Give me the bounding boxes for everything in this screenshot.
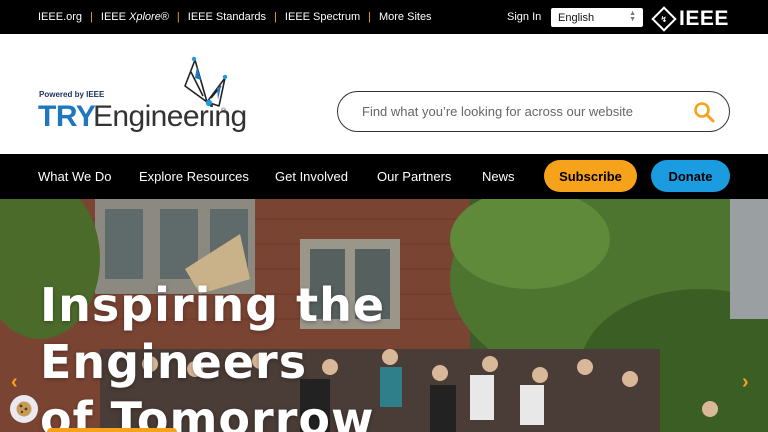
search-input[interactable] [362, 104, 682, 119]
donate-button[interactable]: Donate [651, 160, 730, 192]
link-ieee-xplore[interactable]: IEEE Xplore® [101, 11, 169, 23]
sign-in-link[interactable]: Sign In [507, 11, 541, 23]
hero-cta-button[interactable] [47, 428, 177, 432]
logo-try-text: TRY [38, 100, 96, 133]
chevron-right-icon[interactable]: › [742, 371, 749, 394]
site-header: Powered by IEEE TRY Engineering ® [0, 34, 768, 154]
language-select[interactable]: English ▲ ▼ [551, 8, 643, 27]
hero-headline-line-2: of Tomorrow [40, 392, 375, 432]
ieee-logo-text: IEEE [679, 7, 729, 30]
nav-item-what-we-do[interactable]: What We Do [38, 169, 111, 184]
cookie-icon [16, 401, 32, 417]
tryengineering-logo[interactable]: Powered by IEEE TRY Engineering ® [38, 56, 247, 136]
ieee-diamond-icon: ↯ [651, 6, 677, 32]
separator: | [90, 11, 93, 23]
nav-item-our-partners[interactable]: Our Partners [377, 169, 451, 184]
ieee-sites-links: IEEE.org | IEEE Xplore® | IEEE Standards… [38, 11, 432, 23]
select-arrows-icon: ▲ ▼ [629, 10, 636, 23]
link-ieee-spectrum[interactable]: IEEE Spectrum [285, 11, 360, 23]
subscribe-button[interactable]: Subscribe [544, 160, 637, 192]
logo-registered-mark: ® [221, 108, 227, 115]
nav-item-get-involved[interactable]: Get Involved [275, 169, 348, 184]
main-navigation: What We Do Explore Resources Get Involve… [0, 154, 768, 199]
nav-item-explore-resources[interactable]: Explore Resources [139, 169, 249, 184]
hero-headline-line-1: Inspiring the Engineers [40, 278, 386, 389]
chevron-left-icon[interactable]: ‹ [11, 371, 18, 394]
link-ieee-org[interactable]: IEEE.org [38, 11, 82, 23]
hero-headline: Inspiring the Engineers of Tomorrow [40, 277, 660, 432]
link-ieee-standards[interactable]: IEEE Standards [188, 11, 266, 23]
ieee-logo[interactable]: ↯ IEEE [651, 6, 729, 32]
link-label: IEEE [100, 11, 130, 23]
language-value: English [558, 11, 595, 24]
logo-engineering-text: Engineering [93, 100, 247, 133]
search-icon[interactable] [693, 101, 715, 123]
site-search [337, 91, 730, 132]
utility-bar: IEEE.org | IEEE Xplore® | IEEE Standards… [0, 0, 768, 34]
powered-by-text: Powered by IEEE [39, 90, 105, 99]
link-label-suffix: ® [160, 11, 169, 23]
separator: | [274, 11, 277, 23]
link-label-italic: Xplore [129, 11, 161, 23]
cookie-settings-button[interactable] [10, 395, 38, 423]
link-more-sites[interactable]: More Sites [379, 11, 432, 23]
separator: | [368, 11, 371, 23]
nav-item-news[interactable]: News [482, 169, 515, 184]
hero-banner: Inspiring the Engineers of Tomorrow ‹ › [0, 199, 768, 432]
separator: | [176, 11, 180, 23]
